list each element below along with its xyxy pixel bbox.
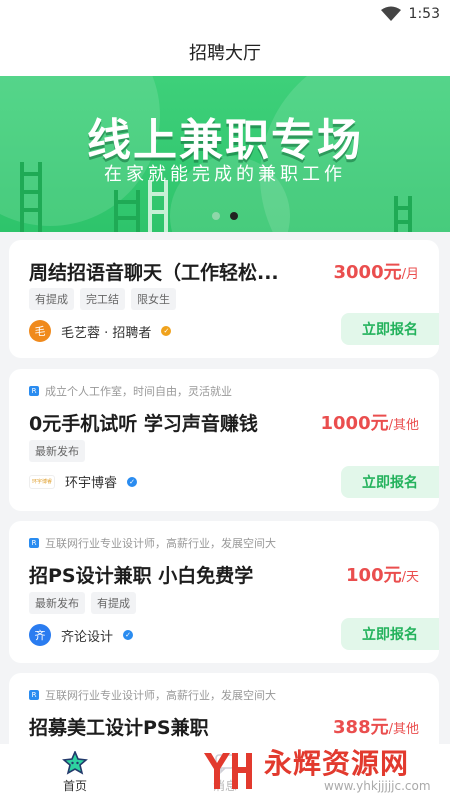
watermark-logo-icon	[204, 753, 252, 789]
banner-pagination	[0, 212, 450, 220]
job-tag: 限女生	[131, 288, 176, 310]
job-highlight-text: 成立个人工作室，时间自由，灵活就业	[45, 385, 232, 398]
watermark: 永辉资源网 www.yhkjjjjjc.com	[200, 742, 450, 800]
salary-amount: 388元	[333, 717, 389, 738]
banner-dot-active[interactable]	[230, 212, 238, 220]
salary-amount: 3000元	[333, 262, 402, 283]
highlight-icon: R	[29, 538, 39, 548]
job-salary: 388元/其他	[333, 713, 419, 739]
job-tag: 完工结	[80, 288, 125, 310]
banner-subtitle: 在家就能完成的兼职工作	[104, 164, 346, 185]
company-logo: 环宇博睿	[29, 474, 55, 489]
salary-unit: /月	[401, 267, 419, 282]
job-tag: 有提成	[29, 288, 74, 310]
job-title: 周结招语音聊天（工作轻松...	[29, 262, 279, 284]
verified-icon: ✓	[127, 476, 138, 487]
avatar: 齐	[29, 624, 51, 646]
salary-unit: /其他	[388, 418, 419, 433]
job-highlight: R 互联网行业专业设计师，高薪行业，发展空间大	[29, 687, 276, 703]
company-info: 毛 毛艺蓉 · 招聘者 ✓	[29, 320, 172, 342]
company-name: 环宇博睿	[65, 476, 118, 491]
status-time: 1:53	[408, 6, 440, 22]
job-tag: 最新发布	[29, 592, 85, 614]
job-highlight: R 互联网行业专业设计师，高薪行业，发展空间大	[29, 535, 276, 551]
home-icon	[62, 750, 88, 775]
job-salary: 100元/天	[346, 561, 419, 587]
wifi-icon	[380, 6, 401, 21]
promo-banner[interactable]: 线上兼职专场 在家就能完成的兼职工作	[0, 76, 450, 232]
watermark-url: www.yhkjjjjjc.com	[324, 779, 431, 793]
job-tag: 有提成	[91, 592, 136, 614]
company-info: 环宇博睿 环宇博睿 ✓	[29, 472, 138, 491]
job-title: 招PS设计兼职 小白免费学	[29, 565, 254, 587]
salary-unit: /其他	[388, 722, 419, 737]
verified-icon: ✓	[123, 630, 134, 640]
verified-icon: ✓	[161, 326, 172, 336]
status-bar: 1:53	[0, 0, 450, 28]
watermark-text: 永辉资源网	[264, 747, 410, 780]
job-card[interactable]: R 成立个人工作室，时间自由，灵活就业 0元手机试听 学习声音赚钱 1000元/…	[9, 369, 439, 511]
job-title: 0元手机试听 学习声音赚钱	[29, 413, 258, 435]
job-highlight-text: 互联网行业专业设计师，高薪行业，发展空间大	[45, 537, 276, 550]
job-highlight: R 成立个人工作室，时间自由，灵活就业	[29, 383, 232, 399]
apply-button[interactable]: 立即报名	[341, 618, 439, 650]
company-info: 齐 齐论设计 ✓	[29, 624, 134, 646]
nav-home-label: 首页	[62, 778, 87, 793]
nav-home[interactable]: 首页	[0, 744, 150, 800]
job-salary: 1000元/其他	[321, 409, 420, 435]
job-salary: 3000元/月	[334, 258, 420, 284]
job-highlight-text: 互联网行业专业设计师，高薪行业，发展空间大	[45, 689, 276, 702]
page-title: 招聘大厅	[189, 43, 261, 64]
company-name: 齐论设计	[61, 629, 114, 645]
ladder-icon	[114, 190, 140, 232]
highlight-icon: R	[29, 386, 39, 396]
job-card[interactable]: 周结招语音聊天（工作轻松... 3000元/月 有提成 完工结 限女生 毛 毛艺…	[9, 240, 439, 358]
job-tags: 最新发布	[29, 440, 85, 462]
page-header: 招聘大厅	[0, 28, 450, 76]
banner-dot[interactable]	[212, 212, 220, 220]
banner-title: 线上兼职专场	[87, 115, 363, 166]
company-name: 毛艺蓉 · 招聘者	[61, 325, 152, 341]
job-title: 招募美工设计PS兼职	[29, 717, 209, 739]
job-tag: 最新发布	[29, 440, 85, 462]
apply-button[interactable]: 立即报名	[341, 313, 439, 345]
avatar: 毛	[29, 320, 51, 342]
salary-amount: 1000元	[320, 413, 389, 434]
job-tags: 最新发布 有提成	[29, 592, 136, 614]
ladder-icon	[148, 180, 168, 232]
highlight-icon: R	[29, 690, 39, 700]
salary-amount: 100元	[346, 565, 402, 586]
job-card[interactable]: R 互联网行业专业设计师，高薪行业，发展空间大 招PS设计兼职 小白免费学 10…	[9, 521, 439, 663]
salary-unit: /天	[401, 570, 419, 585]
job-tags: 有提成 完工结 限女生	[29, 288, 176, 310]
apply-button[interactable]: 立即报名	[341, 466, 439, 498]
